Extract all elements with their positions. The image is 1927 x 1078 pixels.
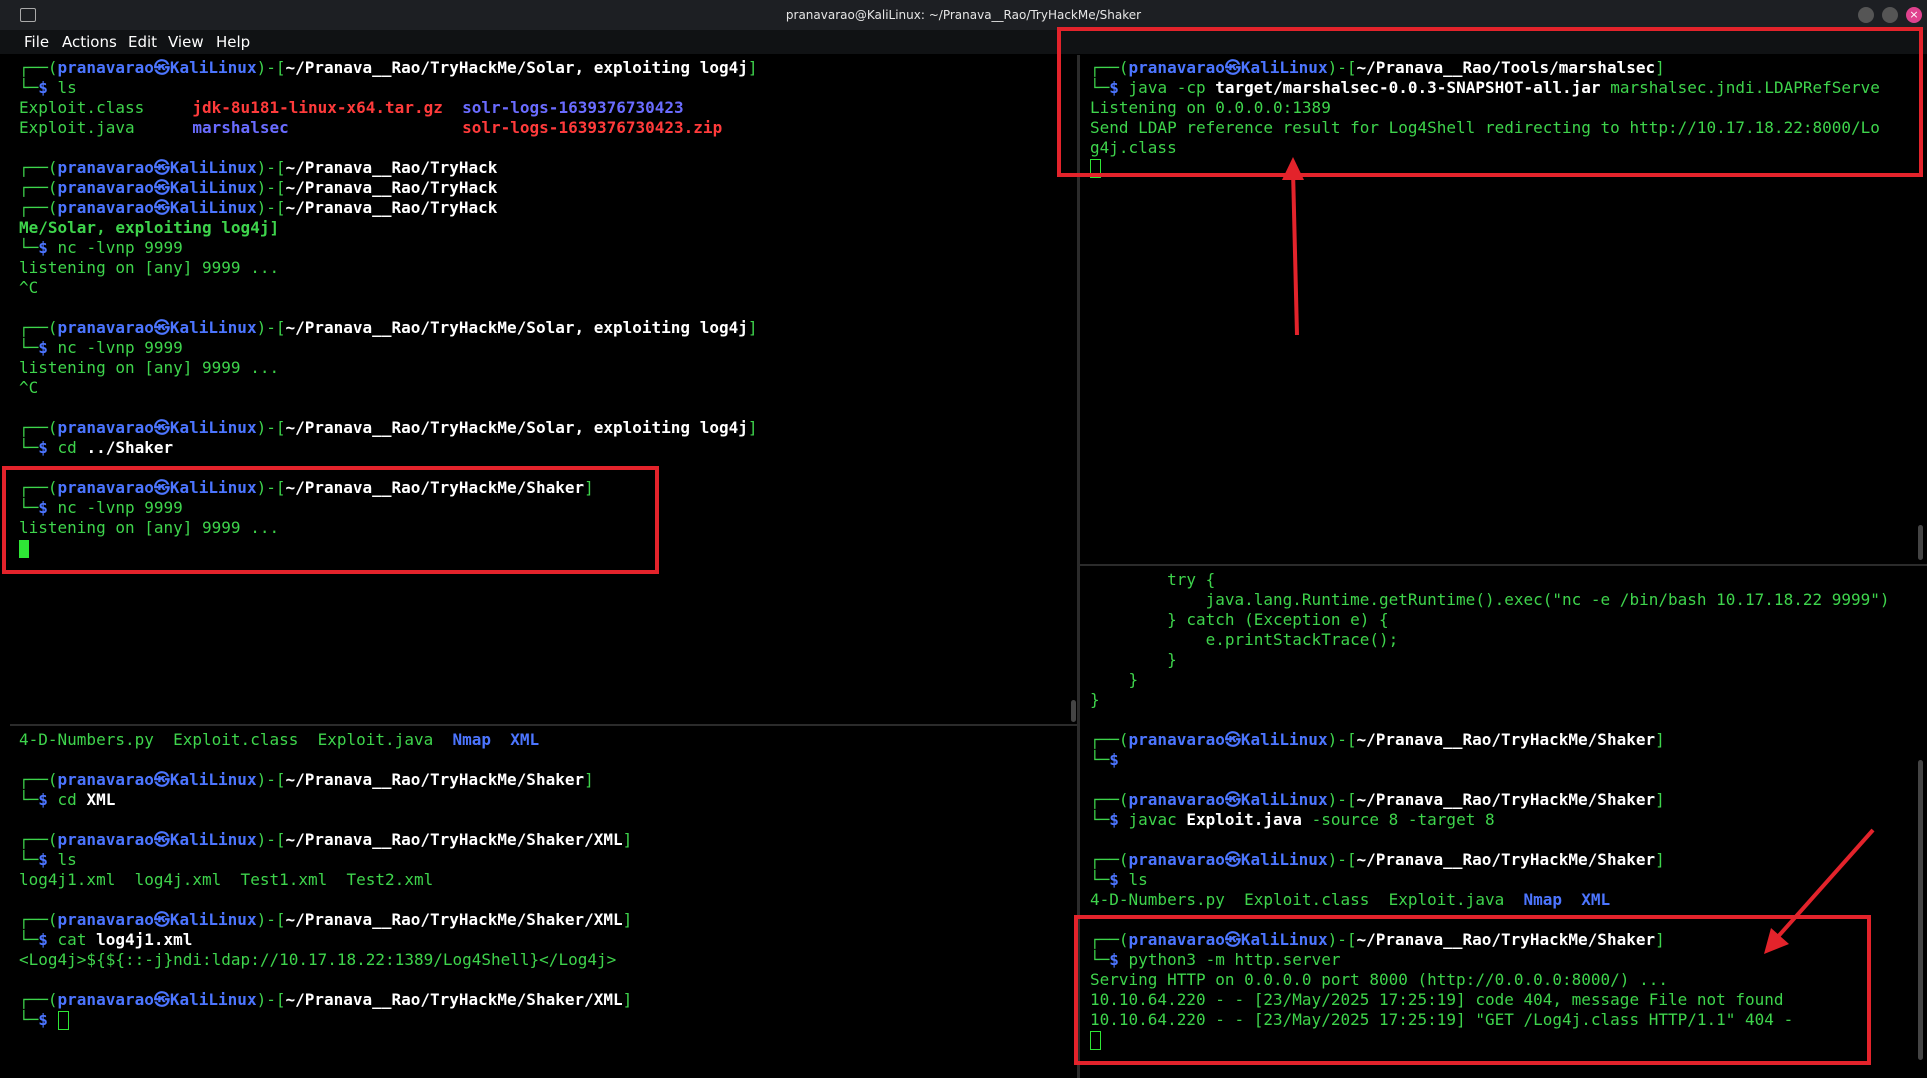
annotation-arrows	[1282, 157, 1875, 954]
arrow-up-head	[1282, 157, 1304, 180]
arrow-down-head	[1764, 928, 1789, 954]
arrow-up-line	[1291, 169, 1299, 336]
arrow-down-line	[1773, 828, 1875, 942]
